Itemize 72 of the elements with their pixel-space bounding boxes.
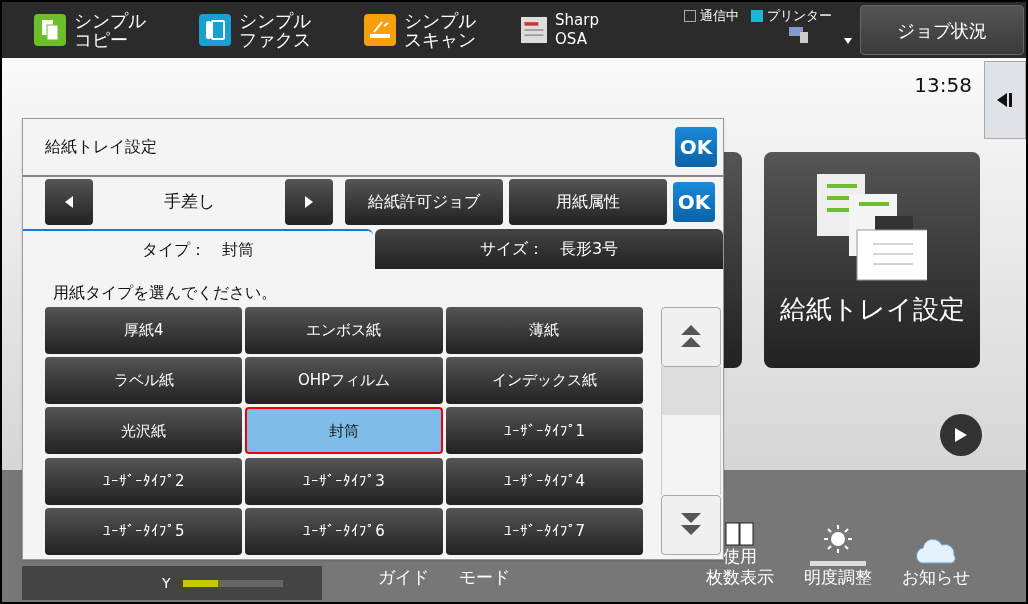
bottom-bar-item[interactable]: お知らせ <box>902 537 970 588</box>
app-shortcut[interactable]: シンプル ファクス <box>167 2 332 58</box>
status-label: 通信中 <box>700 7 739 25</box>
caret-icon <box>844 37 852 44</box>
paper-type-button[interactable]: ﾕｰｻﾞｰﾀｲﾌﾟ3 <box>245 457 443 505</box>
bottom-bar-label: 枚数表示 <box>706 567 774 588</box>
bottom-bar-label: 明度調整 <box>804 567 872 588</box>
paper-type-button[interactable]: ﾕｰｻﾞｰﾀｲﾌﾟ4 <box>445 457 643 505</box>
paper-type-button[interactable]: ラベル紙 <box>45 357 243 405</box>
app-label: Sharp OSA <box>555 11 600 49</box>
app-shortcut[interactable]: シンプル スキャン <box>332 2 497 58</box>
tile-label: 給紙トレイ設定 <box>779 293 965 326</box>
side-panel-tab[interactable] <box>984 61 1026 139</box>
bottom-bar-item[interactable]: モード <box>459 567 510 588</box>
sun-icon <box>808 523 868 567</box>
job-status-button[interactable]: ジョブ状況 <box>860 5 1024 55</box>
bottom-bar-item[interactable]: ガイド <box>378 567 429 588</box>
tab[interactable]: サイズ： 長形3号 <box>375 229 723 269</box>
previous-button[interactable] <box>45 179 93 225</box>
bottom-bar-item[interactable]: 明度調整 <box>804 523 872 588</box>
paper-type-button[interactable]: 光沢紙 <box>45 407 243 455</box>
clock: 13:58 <box>914 72 972 99</box>
app-label: シンプル <box>74 11 146 30</box>
tab[interactable]: タイプ： 封筒 <box>23 229 373 269</box>
right-triangle-icon <box>305 196 313 208</box>
app-label: スキャン <box>404 30 476 49</box>
double-up-arrow-icon <box>681 325 701 349</box>
paper-type-button[interactable]: ﾕｰｻﾞｰﾀｲﾌﾟ5 <box>45 507 243 555</box>
app-label: シンプル <box>239 11 311 30</box>
play-icon <box>955 428 967 442</box>
paper-type-button[interactable]: 厚紙4 <box>45 307 243 354</box>
printer-icon <box>788 25 810 44</box>
app-shortcut[interactable]: Sharp OSA <box>497 2 637 58</box>
paper-type-button[interactable]: OHPフィルム <box>245 357 443 405</box>
collapse-icon <box>997 93 1013 107</box>
status-label: プリンター <box>767 7 832 25</box>
paper-type-button[interactable]: ﾕｰｻﾞｰﾀｲﾌﾟ7 <box>445 507 643 555</box>
app-label: シンプル <box>404 11 476 30</box>
bottom-bar-label: お知らせ <box>902 567 970 588</box>
bottom-bar-item[interactable]: 使用 枚数表示 <box>706 522 774 588</box>
ok-button[interactable]: OK <box>675 127 717 167</box>
paper-type-button[interactable]: ﾕｰｻﾞｰﾀｲﾌﾟ1 <box>445 407 643 455</box>
left-triangle-icon <box>65 196 73 208</box>
copy-icon <box>34 14 66 46</box>
bottom-bar-label: 使用 <box>723 546 757 567</box>
prompt-text: 用紙タイプを選んでください。 <box>52 282 278 304</box>
toner-label: Y <box>162 573 171 593</box>
paper-type-button[interactable]: ﾕｰｻﾞｰﾀｲﾌﾟ6 <box>245 507 443 555</box>
fax-icon <box>199 14 231 46</box>
paper-type-button[interactable]: ﾕｰｻﾞｰﾀｲﾌﾟ2 <box>45 457 243 505</box>
app-label: ファクス <box>239 30 311 49</box>
scroll-thumb[interactable] <box>662 367 720 415</box>
dialog-action-button[interactable]: 用紙属性 <box>509 179 667 225</box>
paper-type-button[interactable]: インデックス紙 <box>445 357 643 405</box>
tray-name: 手差し <box>162 190 216 214</box>
ok-button[interactable]: OK <box>673 182 715 222</box>
app-shortcut[interactable]: シンプル コピー <box>2 2 167 58</box>
paper-type-button[interactable]: 封筒 <box>245 407 443 455</box>
paper-type-button[interactable]: エンボス紙 <box>245 307 443 354</box>
double-down-arrow-icon <box>681 513 701 537</box>
documents-printer-icon <box>817 174 927 282</box>
paper-type-button[interactable]: 薄紙 <box>445 307 643 354</box>
dialog-title: 給紙トレイ設定 <box>45 136 157 158</box>
next-button[interactable] <box>285 179 333 225</box>
dialog-action-button[interactable]: 給紙許可ジョブ <box>345 179 503 225</box>
app-label: コピー <box>74 30 129 49</box>
next-page-button[interactable] <box>940 414 982 456</box>
scanner-icon <box>364 14 396 46</box>
scroll-up-button[interactable] <box>661 307 721 367</box>
scroll-down-button[interactable] <box>661 495 721 555</box>
tray-settings-tile[interactable]: 給紙トレイ設定 <box>764 152 980 368</box>
document-icon <box>521 15 548 45</box>
